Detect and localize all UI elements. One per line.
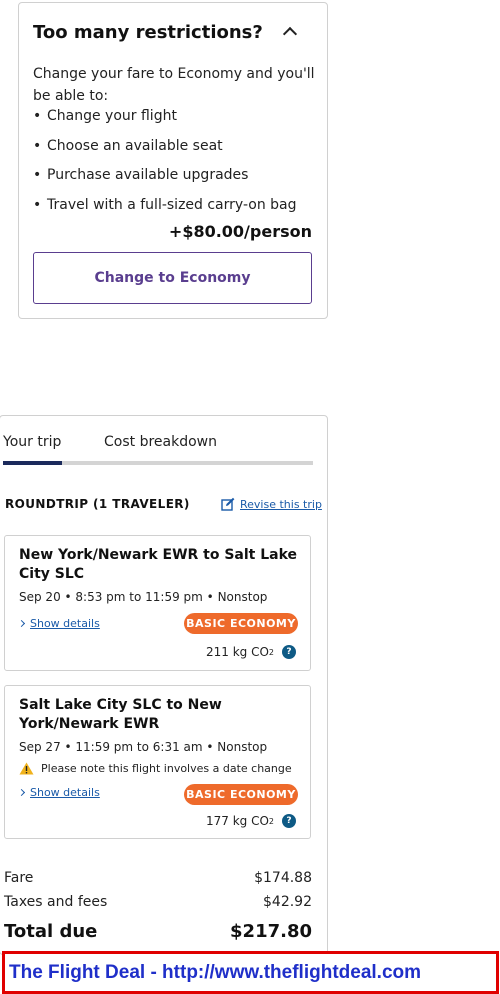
roundtrip-label: ROUNDTRIP (1 TRAVELER) bbox=[5, 497, 190, 511]
taxes-label: Taxes and fees bbox=[4, 894, 108, 910]
taxes-value: $42.92 bbox=[263, 894, 312, 910]
co2-emissions: 211 kg CO 2 ? bbox=[206, 645, 296, 659]
edit-icon bbox=[221, 497, 235, 511]
co2-value: 211 kg CO bbox=[205, 645, 269, 659]
co2-subscript: 2 bbox=[268, 647, 274, 657]
flight-route: New York/Newark EWR to Salt Lake City SL… bbox=[19, 547, 298, 582]
fare-value: $174.88 bbox=[254, 870, 312, 886]
flight-card-return: Salt Lake City SLC to New York/Newark EW… bbox=[4, 685, 311, 839]
date-change-text: Please note this flight involves a date … bbox=[41, 762, 292, 775]
show-details-label: Show details bbox=[30, 786, 100, 799]
restrictions-intro: Change your fare to Economy and you'll b… bbox=[33, 66, 315, 104]
revise-trip-label: Revise this trip bbox=[240, 497, 322, 511]
benefits-list: • Change your flight • Choose an available… bbox=[33, 105, 318, 223]
total-row: Total due $217.80 bbox=[4, 921, 312, 942]
revise-trip-link[interactable]: Revise this trip bbox=[221, 497, 322, 511]
list-item: • Change your flight bbox=[33, 108, 177, 124]
chevron-up-icon[interactable] bbox=[282, 26, 298, 42]
help-icon[interactable]: ? bbox=[282, 814, 296, 828]
flight-schedule: Sep 27 • 11:59 pm to 6:31 am • Nonstop bbox=[19, 740, 268, 754]
trip-summary-card: Your trip Cost breakdown ROUNDTRIP (1 TR… bbox=[0, 415, 328, 955]
restrictions-title: Too many restrictions? bbox=[33, 22, 263, 43]
chevron-right-icon bbox=[17, 788, 26, 797]
help-icon[interactable]: ? bbox=[282, 645, 296, 659]
list-item: • Purchase available upgrades bbox=[33, 167, 249, 183]
chevron-right-icon bbox=[17, 619, 26, 628]
total-value: $217.80 bbox=[230, 921, 312, 942]
watermark-text: The Flight Deal - http://www.theflightde… bbox=[9, 961, 422, 983]
list-item: • Choose an available seat bbox=[33, 137, 223, 154]
watermark-banner: The Flight Deal - http://www.theflightde… bbox=[2, 951, 499, 994]
date-change-note: Please note this flight involves a date … bbox=[19, 762, 292, 775]
fare-class-badge: BASIC ECONOMY bbox=[184, 613, 298, 634]
flight-card-outbound: New York/Newark EWR to Salt Lake City SL… bbox=[4, 535, 311, 671]
list-item: • Travel with a full-sized carry-on bag bbox=[33, 196, 297, 213]
tab-your-trip[interactable]: Your trip bbox=[3, 434, 61, 450]
warning-icon bbox=[19, 762, 34, 775]
show-details-link[interactable]: Show details bbox=[17, 786, 100, 799]
fare-row: Fare $174.88 bbox=[4, 870, 312, 886]
fare-label: Fare bbox=[4, 870, 34, 886]
tab-cost-breakdown[interactable]: Cost breakdown bbox=[104, 434, 217, 450]
tab-active-indicator bbox=[3, 461, 62, 465]
flight-schedule: Sep 20 • 8:53 pm to 11:59 pm • Nonstop bbox=[19, 590, 268, 604]
co2-value: 177 kg CO bbox=[205, 814, 269, 828]
show-details-link[interactable]: Show details bbox=[17, 617, 100, 630]
total-label: Total due bbox=[4, 921, 98, 942]
change-to-economy-button[interactable]: Change to Economy bbox=[33, 252, 312, 304]
fare-class-badge: BASIC ECONOMY bbox=[184, 784, 298, 805]
upgrade-price: +$80.00/person bbox=[168, 222, 312, 241]
co2-emissions: 177 kg CO 2 ? bbox=[206, 814, 296, 828]
flight-route: Salt Lake City SLC to New York/Newark EW… bbox=[19, 697, 222, 732]
show-details-label: Show details bbox=[30, 617, 100, 630]
restrictions-card: Too many restrictions? Change your fare … bbox=[18, 2, 328, 319]
taxes-row: Taxes and fees $42.92 bbox=[4, 894, 312, 910]
co2-subscript: 2 bbox=[268, 816, 274, 826]
